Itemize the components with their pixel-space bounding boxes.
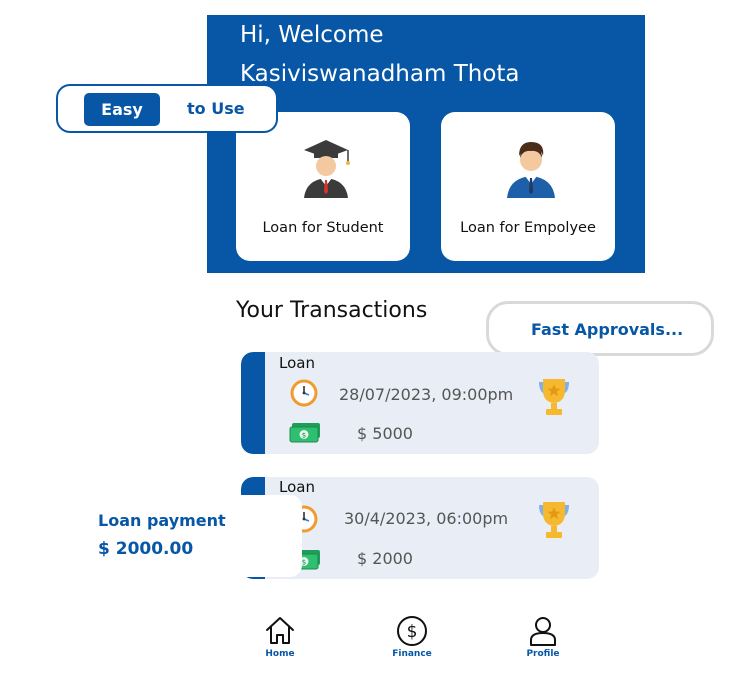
transaction-datetime: 30/4/2023, 06:00pm [344, 509, 509, 528]
loan-employee-label: Loan for Empolyee [460, 220, 596, 236]
loan-student-label: Loan for Student [262, 220, 384, 236]
cash-icon: $ [289, 423, 320, 443]
nav-finance-label: Finance [392, 649, 432, 659]
home-icon [266, 617, 294, 644]
nav-profile[interactable]: Profile [513, 615, 573, 659]
transaction-amount: $ 2000 [357, 549, 413, 568]
dollar-icon: $ [397, 616, 427, 646]
graduate-icon [304, 140, 350, 198]
greeting-text: Hi, Welcome [240, 22, 384, 48]
loan-payment-popup: Loan payment $ 2000.00 [80, 495, 302, 577]
transaction-datetime: 28/07/2023, 09:00pm [339, 385, 514, 404]
loan-student-card[interactable]: Loan for Student [236, 112, 410, 261]
trophy-icon [539, 379, 569, 415]
fast-approvals-badge: Fast Approvals... [486, 301, 714, 356]
transaction-amount: $ 5000 [357, 424, 413, 443]
user-name: Kasiviswanadham Thota [240, 61, 520, 87]
employee-icon [507, 142, 555, 198]
transaction-type: Loan [279, 354, 315, 372]
nav-home-label: Home [265, 649, 295, 659]
transaction-stripe [241, 352, 265, 454]
transaction-type: Loan [279, 478, 315, 496]
fast-approvals-text: Fast Approvals... [531, 320, 684, 339]
user-icon [530, 617, 556, 646]
transaction-card[interactable]: Loan 28/07/2023, 09:00pm $ $ 5000 [241, 352, 599, 454]
trophy-icon [539, 502, 569, 538]
easy-to-use-badge: Easy to Use [56, 84, 278, 133]
svg-text:$: $ [302, 432, 306, 440]
nav-home[interactable]: Home [250, 615, 310, 659]
loan-employee-card[interactable]: Loan for Empolyee [441, 112, 615, 261]
loan-payment-amount: $ 2000.00 [98, 539, 194, 559]
easy-chip: Easy [84, 93, 160, 126]
svg-text:$: $ [407, 622, 418, 642]
nav-profile-label: Profile [526, 649, 560, 659]
transactions-title: Your Transactions [236, 298, 428, 323]
svg-text:$: $ [302, 559, 306, 567]
clock-icon [290, 379, 318, 407]
loan-payment-title: Loan payment [98, 511, 226, 530]
nav-finance[interactable]: $ Finance [382, 615, 442, 659]
easy-rest-text: to Use [187, 99, 245, 118]
